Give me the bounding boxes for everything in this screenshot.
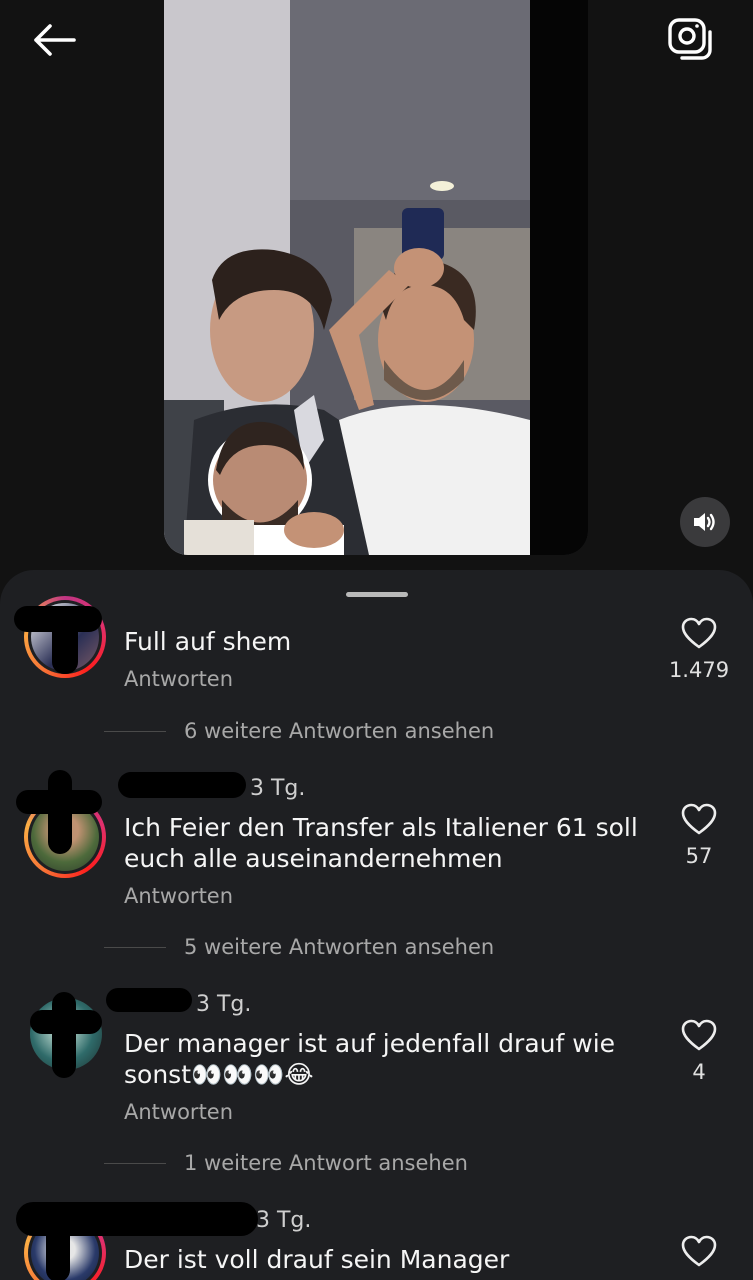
redaction-mark: [106, 988, 192, 1012]
like-count: 4: [692, 1060, 706, 1084]
divider: [104, 1162, 166, 1164]
reply-button[interactable]: Antworten: [124, 667, 233, 691]
view-more-replies[interactable]: 5 weitere Antworten ansehen: [104, 932, 494, 962]
camera-icon[interactable]: [664, 16, 718, 62]
comment-text: Full auf shem: [124, 627, 292, 656]
reply-button[interactable]: Antworten: [124, 884, 233, 908]
view-more-replies[interactable]: 1 weitere Antwort ansehen: [104, 1148, 468, 1178]
comment-text: Ich Feier den Transfer als Italiener 61 …: [124, 813, 638, 873]
heart-outline-icon[interactable]: [680, 802, 718, 836]
redaction-mark: [30, 1010, 102, 1034]
like-count: 57: [685, 844, 713, 868]
divider: [104, 730, 166, 732]
comment-timestamp: 3 Tg.: [256, 1208, 312, 1233]
divider: [104, 946, 166, 948]
sheet-drag-handle[interactable]: [346, 592, 408, 597]
view-more-replies-label: 5 weitere Antworten ansehen: [184, 935, 495, 959]
comment-timestamp: 3 Tg.: [250, 776, 306, 801]
redaction-mark: [46, 1202, 70, 1280]
speaker-icon: [694, 513, 715, 531]
redaction-mark: [16, 790, 102, 814]
view-more-replies-label: 6 weitere Antworten ansehen: [184, 719, 495, 743]
back-arrow-icon[interactable]: [30, 22, 78, 58]
comments-sheet: Full auf shem Antworten 1.479 6 weitere …: [0, 570, 753, 1280]
comment-text: Der manager ist auf jedenfall drauf wie …: [124, 1029, 616, 1089]
video-preview[interactable]: [164, 0, 588, 555]
view-more-replies-label: 1 weitere Antwort ansehen: [184, 1151, 468, 1175]
redaction-mark: [118, 772, 246, 798]
comment-text: Der ist voll drauf sein Manager: [124, 1245, 510, 1274]
heart-outline-icon[interactable]: [680, 1234, 718, 1268]
comment-timestamp: 3 Tg.: [196, 992, 252, 1017]
reply-button[interactable]: Antworten: [124, 1100, 233, 1124]
sound-toggle-button[interactable]: [680, 497, 730, 547]
redaction-mark: [52, 614, 78, 674]
view-more-replies[interactable]: 6 weitere Antworten ansehen: [104, 716, 494, 746]
redaction-mark: [52, 992, 76, 1078]
heart-outline-icon[interactable]: [680, 1018, 718, 1052]
like-count: 1.479: [668, 658, 730, 682]
heart-outline-icon[interactable]: [680, 616, 718, 650]
